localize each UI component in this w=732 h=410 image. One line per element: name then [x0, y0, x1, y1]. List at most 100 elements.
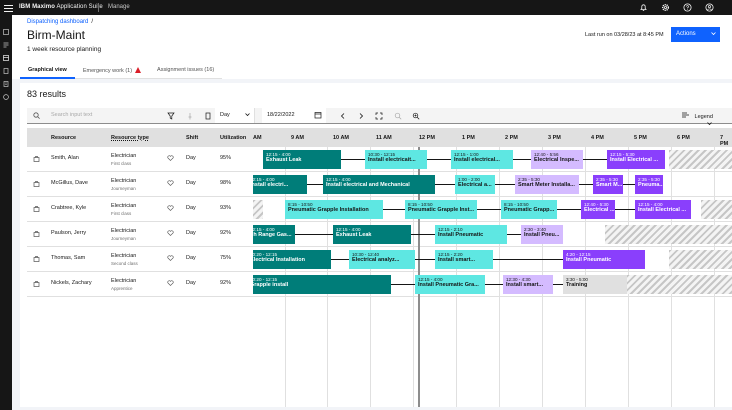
- work-order-label: Install electricait...: [368, 157, 416, 163]
- resource-type: Electrician: [111, 278, 137, 284]
- nav-icon-3[interactable]: [3, 48, 9, 61]
- work-order-bar[interactable]: 2:35 - 5:30 Pneuma...: [635, 175, 663, 194]
- work-order-bar[interactable]: 12:15 - 2:20 Install smart...: [435, 250, 493, 269]
- work-order-bar[interactable]: 12:15 - 1:00 Install electrical...: [451, 150, 513, 169]
- travel-link: [341, 159, 365, 160]
- work-order-bar[interactable]: 12:15 - 4:00gh Range Gas...: [253, 225, 295, 244]
- app-title: IBM Maximo Application Suite: [19, 4, 103, 10]
- zoom-in-icon[interactable]: [411, 111, 421, 121]
- unavailable-block: [253, 200, 263, 219]
- resource-name[interactable]: Paulson, Jerry: [51, 230, 86, 236]
- column-header-resource-type[interactable]: Resource type: [111, 128, 149, 147]
- work-order-bar[interactable]: 2:35 - 5:30 Smart Meter Installa...: [515, 175, 579, 194]
- filter-icon[interactable]: [166, 111, 176, 121]
- nav-icon-1[interactable]: [3, 22, 9, 35]
- bell-icon[interactable]: [639, 3, 648, 12]
- travel-link: [383, 209, 405, 210]
- travel-link: [307, 184, 323, 185]
- work-order-label: Install electrical...: [454, 157, 500, 163]
- legend-toggle[interactable]: Legend: [682, 112, 732, 129]
- work-order-bar[interactable]: 8:15 - 10:50 Pneumatic Grapple Inst...: [405, 200, 477, 219]
- chevron-left-icon[interactable]: [338, 111, 348, 121]
- work-order-bar[interactable]: 12:15 - 4:00Install electri...: [253, 175, 307, 194]
- work-order-bar[interactable]: 12:15 - 2:10 Install Pneumatic: [435, 225, 507, 244]
- utilization-value: 92%: [220, 280, 232, 286]
- utilization-value: 93%: [220, 205, 232, 211]
- work-order-bar[interactable]: 4:20 - 12:15 Install Pneumatic: [563, 250, 645, 269]
- view-select[interactable]: Day: [215, 108, 255, 123]
- work-order-label: Install electrical and Mechanical: [326, 182, 410, 188]
- user-icon[interactable]: [705, 3, 714, 12]
- work-order-label: Exhaust Leak: [336, 232, 372, 238]
- hour-label: 2 PM: [505, 135, 518, 141]
- shift-value: Day: [186, 230, 196, 236]
- hour-label: 7 PM: [720, 135, 729, 147]
- legend-icon: [682, 112, 690, 120]
- resource-name[interactable]: McGillus, Dave: [51, 180, 88, 186]
- work-order-bar[interactable]: 12:30 - 4:30 Install smart...: [503, 275, 553, 294]
- chevron-right-icon[interactable]: [356, 111, 366, 121]
- resource-name[interactable]: Smith, Alan: [51, 155, 79, 161]
- settings-icon[interactable]: [661, 3, 670, 12]
- work-order-bar[interactable]: 12:40 - 5:30 Electrical ...: [581, 200, 615, 219]
- tab-graphical-view[interactable]: Graphical view: [20, 64, 75, 79]
- work-order-label: Install Electrical ...: [610, 157, 658, 163]
- work-order-label: Pneumatic Grapp...: [504, 207, 555, 213]
- menu-icon[interactable]: [4, 3, 13, 12]
- timeline: 12:15 - 4:00 Exhaust Leak 10:30 - 12:15 Ins…: [253, 147, 732, 407]
- breadcrumb-link[interactable]: Dispatching dashboard: [27, 19, 88, 25]
- search-input[interactable]: Search input text: [27, 108, 147, 123]
- nav-icon-4[interactable]: [3, 61, 9, 74]
- actions-button[interactable]: Actions: [671, 27, 720, 42]
- hour-label: 1 PM: [462, 135, 475, 141]
- hour-label: 12 PM: [419, 135, 435, 141]
- top-bar: IBM Maximo Application Suite Manage: [0, 0, 732, 15]
- work-order-bar[interactable]: 10:30 - 12:40 Electrical analyz...: [349, 250, 415, 269]
- work-order-bar[interactable]: 12:15 - 4:00 Install electrical and Mecha…: [323, 175, 435, 194]
- work-order-bar[interactable]: 12:15 - 4:00 Install Electrical ...: [635, 200, 691, 219]
- column-header-utilization[interactable]: Utilization: [220, 128, 246, 147]
- page: Dispatching dashboard / Birm-Maint 1 week…: [12, 15, 732, 410]
- nav-icon-5[interactable]: [3, 74, 9, 87]
- work-order-label: Exhaust Leak: [266, 157, 302, 163]
- utilization-value: 98%: [220, 180, 232, 186]
- work-order-bar[interactable]: 10:20 - 12:15Grapple install: [253, 275, 391, 294]
- work-order-label: Install smart...: [438, 257, 475, 263]
- tab-assignment-issues[interactable]: Assignment issues (16): [149, 64, 223, 79]
- fit-to-screen-icon[interactable]: [374, 111, 384, 121]
- work-order-bar[interactable]: 10:20 - 12:15Electrical Installation: [253, 250, 331, 269]
- work-order-bar[interactable]: 12:15 - 4:00 Install Pneumatic Gra...: [415, 275, 485, 294]
- help-icon[interactable]: [683, 3, 692, 12]
- date-picker[interactable]: 18/22/2022: [262, 108, 326, 123]
- work-order-bar[interactable]: 2:35 - 5:30 Smart M...: [593, 175, 623, 194]
- side-nav: [0, 15, 12, 410]
- tab-emergency-work[interactable]: Emergency work (1): [74, 64, 150, 79]
- person-icon: [33, 180, 40, 189]
- work-order-bar[interactable]: 10:30 - 12:15 Install electricait...: [365, 150, 427, 169]
- date-value: 18/22/2022: [267, 112, 295, 118]
- travel-link: [295, 234, 333, 235]
- resource-name[interactable]: Crabtree, Kyle: [51, 205, 86, 211]
- nav-icon-6[interactable]: [3, 87, 9, 100]
- resource-name[interactable]: Nickels, Zachary: [51, 280, 92, 286]
- pin-icon[interactable]: [185, 111, 195, 121]
- breadcrumb: Dispatching dashboard /: [27, 19, 93, 25]
- work-order-bar[interactable]: 12:15 - 4:00 Exhaust Leak: [263, 150, 341, 169]
- nav-icon-2[interactable]: [3, 35, 9, 48]
- document-icon[interactable]: [203, 111, 213, 121]
- work-order-bar[interactable]: 1:00 - 2:00 Electrical a...: [455, 175, 495, 194]
- column-header-resource[interactable]: Resource: [51, 128, 76, 147]
- resource-name[interactable]: Thomas, Sam: [51, 255, 85, 261]
- work-order-bar[interactable]: 3:30 - 5:00 Training: [563, 275, 627, 294]
- heart-icon: [167, 180, 174, 188]
- work-order-bar[interactable]: 12:15 - 5:30 Install Electrical ...: [607, 150, 665, 169]
- work-order-bar[interactable]: 12:15 - 4:00 Exhaust Leak: [333, 225, 411, 244]
- work-order-bar[interactable]: 8:15 - 10:50 Pneumatic Grapp...: [501, 200, 557, 219]
- zoom-out-icon[interactable]: [393, 111, 403, 121]
- travel-link: [435, 184, 455, 185]
- column-header-shift[interactable]: Shift: [186, 128, 198, 147]
- work-order-bar[interactable]: 12:40 - 5:56 Electrical Inspe...: [531, 150, 583, 169]
- work-order-bar[interactable]: 8:15 - 10:50 Pneumatic Grapple Installati…: [285, 200, 383, 219]
- resource-schedule-grid: Resource Resource type Shift Utilization…: [27, 128, 732, 407]
- work-order-bar[interactable]: 2:30 - 3:40 Install Pneu...: [521, 225, 563, 244]
